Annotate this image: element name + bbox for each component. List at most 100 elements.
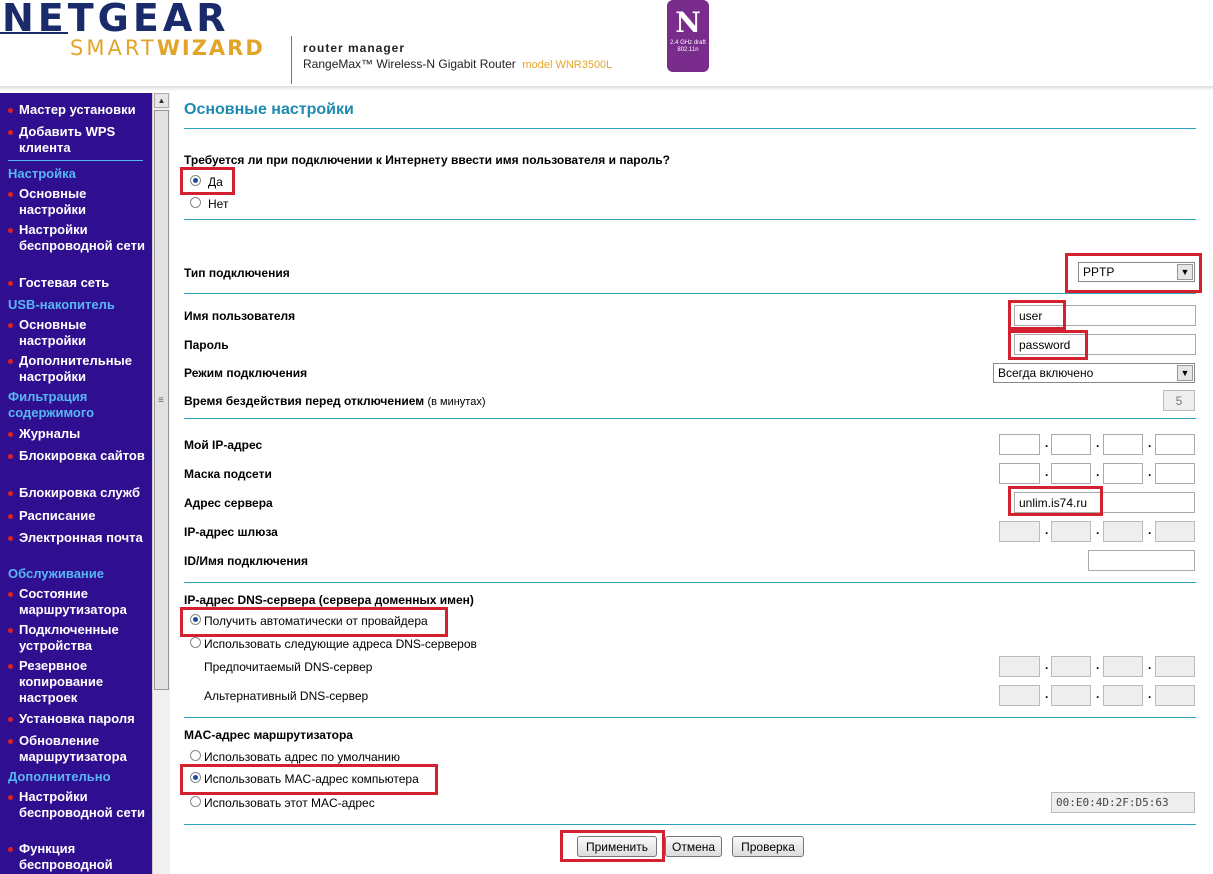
ip-dot: .	[1148, 658, 1152, 672]
mac-default-radio[interactable]	[190, 750, 201, 761]
my-ip-octet-3[interactable]	[1103, 434, 1143, 455]
conn-id-input[interactable]	[1088, 550, 1195, 571]
sidebar-item-block-services[interactable]: Блокировка служб	[8, 485, 148, 501]
mask-octet-4[interactable]	[1155, 463, 1195, 484]
ip-dot: .	[1045, 658, 1049, 672]
bullet-icon	[8, 514, 13, 519]
gateway-octet-3[interactable]	[1103, 521, 1143, 542]
mask-octet-3[interactable]	[1103, 463, 1143, 484]
ip-dot: .	[1148, 523, 1152, 537]
chevron-down-icon: ▼	[1177, 365, 1193, 381]
ip-dot: .	[1148, 436, 1152, 450]
main-content: Основные настройки Требуется ли при подк…	[172, 93, 1213, 874]
my-ip-octet-2[interactable]	[1051, 434, 1091, 455]
bullet-icon	[8, 281, 13, 286]
sidebar-item-wireless-function[interactable]: Функция беспроводной	[8, 841, 148, 873]
dns1-octet-4[interactable]	[1155, 656, 1195, 677]
header-tagline: router manager	[303, 41, 406, 55]
bullet-icon	[8, 795, 13, 800]
mask-octet-1[interactable]	[999, 463, 1040, 484]
highlight-box	[180, 764, 438, 795]
bullet-icon	[8, 192, 13, 197]
login-no-radio[interactable]	[190, 197, 201, 208]
ip-dot: .	[1096, 523, 1100, 537]
mode-select[interactable]: Всегда включено ▼	[993, 363, 1195, 383]
mode-value: Всегда включено	[998, 366, 1094, 380]
sidebar-head-content-filter: Фильтрация содержимого	[8, 389, 95, 420]
dns2-octet-3[interactable]	[1103, 685, 1143, 706]
sidebar-item-wireless-settings[interactable]: Настройки беспроводной сети	[8, 222, 148, 254]
sidebar-item-basic-settings[interactable]: Основные настройки	[8, 186, 148, 218]
mac-address-input[interactable]	[1051, 792, 1195, 813]
divider	[184, 293, 1196, 294]
sidebar-item-label: Журналы	[19, 426, 81, 441]
highlight-box	[180, 167, 235, 195]
divider	[184, 219, 1196, 220]
sidebar-item-set-password[interactable]: Установка пароля	[8, 711, 148, 727]
bullet-icon	[8, 592, 13, 597]
page-title: Основные настройки	[184, 101, 354, 118]
gateway-octet-2[interactable]	[1051, 521, 1091, 542]
mask-label: Маска подсети	[184, 467, 272, 481]
sidebar-item-setup-wizard[interactable]: Мастер установки	[8, 102, 148, 118]
netgear-logo: NETGEAR	[2, 0, 230, 40]
dns1-octet-1[interactable]	[999, 656, 1040, 677]
sidebar-item-label: Блокировка сайтов	[19, 448, 145, 463]
dns2-octet-2[interactable]	[1051, 685, 1091, 706]
sidebar-item-attached-devices[interactable]: Подключенные устройства	[8, 622, 148, 654]
sidebar-item-label: Добавить WPS клиента	[19, 124, 116, 155]
dns-manual-label: Использовать следующие адреса DNS-сервер…	[204, 637, 477, 651]
cancel-button[interactable]: Отмена	[665, 836, 722, 857]
sidebar-item-schedule[interactable]: Расписание	[8, 508, 148, 524]
mode-label: Режим подключения	[184, 366, 308, 380]
my-ip-octet-1[interactable]	[999, 434, 1040, 455]
ip-dot: .	[1148, 687, 1152, 701]
sidebar-item-adv-wireless[interactable]: Настройки беспроводной сети	[8, 789, 148, 821]
sidebar-item-logs[interactable]: Журналы	[8, 426, 148, 442]
dns2-octet-1[interactable]	[999, 685, 1040, 706]
gateway-octet-1[interactable]	[999, 521, 1040, 542]
mac-default-label: Использовать адрес по умолчанию	[204, 750, 400, 764]
bullet-icon	[8, 739, 13, 744]
sidebar-item-add-wps[interactable]: Добавить WPS клиента	[8, 124, 148, 156]
sidebar-item-block-sites[interactable]: Блокировка сайтов	[8, 448, 148, 464]
sidebar-item-backup[interactable]: Резервное копирование настроек	[8, 658, 148, 706]
sidebar-scrollbar[interactable]: ▲ ≡	[152, 93, 170, 874]
smart-text: SMART	[70, 36, 157, 60]
sidebar-item-guest-network[interactable]: Гостевая сеть	[8, 275, 148, 291]
my-ip-octet-4[interactable]	[1155, 434, 1195, 455]
sidebar-head-advanced: Дополнительно	[8, 769, 111, 784]
highlight-box	[560, 830, 665, 862]
test-button[interactable]: Проверка	[732, 836, 804, 857]
mac-this-radio[interactable]	[190, 796, 201, 807]
sidebar-item-firmware-update[interactable]: Обновление маршрутизатора	[8, 733, 148, 765]
bullet-icon	[8, 359, 13, 364]
idle-unit: (в минутах)	[427, 396, 486, 408]
grip-icon: ≡	[158, 395, 164, 406]
dns1-octet-2[interactable]	[1051, 656, 1091, 677]
scrollbar-thumb[interactable]: ≡	[154, 110, 169, 690]
header-shadow	[0, 86, 1213, 91]
ip-dot: .	[1148, 465, 1152, 479]
mask-octet-2[interactable]	[1051, 463, 1091, 484]
sidebar-item-usb-basic[interactable]: Основные настройки	[8, 317, 148, 349]
sidebar-item-label: Настройки беспроводной сети	[19, 789, 145, 820]
dns1-octet-3[interactable]	[1103, 656, 1143, 677]
gateway-octet-4[interactable]	[1155, 521, 1195, 542]
scroll-up-arrow-icon[interactable]: ▲	[154, 93, 169, 108]
bullet-icon	[8, 847, 13, 852]
sidebar-item-router-status[interactable]: Состояние маршрутизатора	[8, 586, 148, 618]
sidebar-head-usb: USB-накопитель	[8, 297, 115, 312]
sidebar-item-usb-advanced[interactable]: Дополнительные настройки	[8, 353, 148, 385]
dns-manual-radio[interactable]	[190, 637, 201, 648]
idle-timeout-input[interactable]	[1163, 390, 1195, 411]
divider	[184, 128, 1196, 129]
device-model: model WNR3500L	[522, 59, 613, 71]
highlight-box	[1008, 330, 1088, 360]
sidebar-item-email[interactable]: Электронная почта	[8, 530, 148, 546]
sidebar-head-maintenance: Обслуживание	[8, 566, 105, 581]
dns2-octet-4[interactable]	[1155, 685, 1195, 706]
ip-dot: .	[1045, 436, 1049, 450]
idle-label-text: Время бездействия перед отключением	[184, 394, 425, 408]
dns-primary-label: Предпочитаемый DNS-сервер	[204, 660, 373, 674]
